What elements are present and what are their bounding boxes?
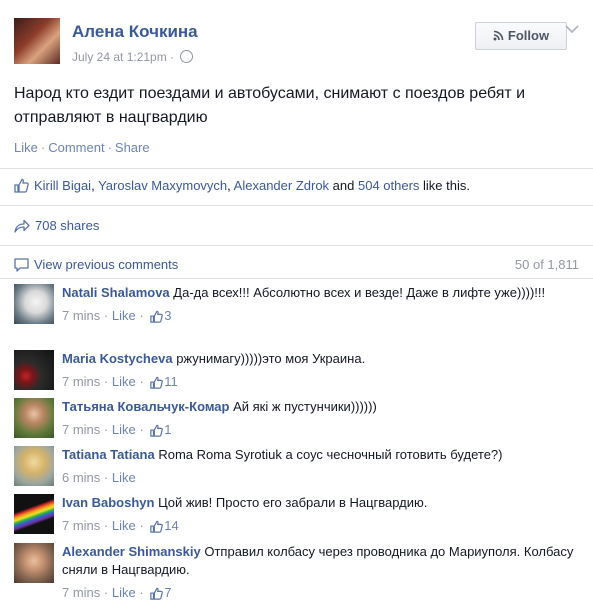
comment-time[interactable]: 7 mins [62,585,100,600]
comment-time[interactable]: 6 mins [62,470,100,485]
share-arrow-icon [14,219,30,233]
facebook-post: Алена Кочкина July 24 at 1:21pm · Follow… [0,0,593,600]
post-actions: Like · Comment · Share [14,140,150,155]
comment-bubble-icon [14,258,29,272]
comment-text-line: Tatiana Tatiana Roma Roma Syrotiuk а соу… [62,446,582,464]
likes-summary: Kirill Bigai, Yaroslav Maxymovych, Alexa… [14,178,470,193]
thumbs-up-icon [14,178,29,193]
commenter-avatar[interactable] [14,350,54,390]
globe-icon [180,50,194,63]
comment-time[interactable]: 7 mins [62,374,100,389]
comment-meta: 7 mins · Like · 1 [62,422,172,437]
commenter-name[interactable]: Ivan Baboshyn [62,495,154,510]
shares-count: 708 shares [35,218,100,233]
commenter-name[interactable]: Tatiana Tatiana [62,447,155,462]
comment-meta: 7 mins · Like · 7 [62,585,172,600]
comment-text: Roma Roma Syrotiuk а соус чесночный гото… [158,447,503,462]
comment-text-line: Татьяна Ковальчук-Комар Ай які ж пустунч… [62,398,582,416]
meta-separator: · [170,50,175,64]
comment-like-link[interactable]: Like [112,470,136,485]
comment-like-link[interactable]: Like [112,518,136,533]
comment-link[interactable]: Comment [48,140,104,155]
divider [0,205,593,206]
commenter-avatar[interactable] [14,446,54,486]
divider [0,168,593,169]
share-link[interactable]: Share [115,140,150,155]
comment-meta: 6 mins · Like [62,470,136,485]
comment-like-link[interactable]: Like [112,308,136,323]
comment-like-count[interactable]: 11 [164,374,178,389]
comment-like-link[interactable]: Like [112,374,136,389]
thumbs-up-icon [150,587,164,600]
commenter-name[interactable]: Alexander Shimanskiy [62,544,201,559]
shares-link[interactable]: 708 shares [14,218,99,233]
comment-text-line: Ivan Baboshyn Цой жив! Просто его забрал… [62,494,582,512]
comment-like-count[interactable]: 7 [164,585,171,600]
thumbs-up-icon [150,310,164,323]
author-name[interactable]: Алена Кочкина [72,22,198,42]
comment-text-line: Maria Kostycheva ржунимагу)))))это моя У… [62,350,582,368]
comment-time[interactable]: 7 mins [62,308,100,323]
comment-like-link[interactable]: Like [112,422,136,437]
comment-text-line: Natali Shalamova Да-да всех!!! Абсолютно… [62,284,582,302]
likes-and-text: and [329,178,358,193]
divider [0,245,593,246]
action-separator: · [107,140,112,155]
comment-time[interactable]: 7 mins [62,518,100,533]
post-header: Алена Кочкина July 24 at 1:21pm · Follow [14,18,593,70]
liker-name[interactable]: Alexander Zdrok [234,178,329,193]
comment-like-count[interactable]: 1 [164,422,171,437]
comment-text: Да-да всех!!! Абсолютно всех и везде! Да… [173,285,546,300]
commenter-avatar[interactable] [14,494,54,534]
post-time[interactable]: July 24 at 1:21pm [72,50,167,64]
liker-name[interactable]: Kirill Bigai [34,178,91,193]
comment-like-link[interactable]: Like [112,585,136,600]
post-meta: July 24 at 1:21pm · [72,50,194,64]
thumbs-up-icon [150,520,164,533]
action-separator: · [40,140,46,155]
thumbs-up-icon [150,424,164,437]
chevron-down-icon[interactable] [565,24,579,34]
comment-text-line: Alexander Shimanskiy Отправил колбасу че… [62,543,582,579]
comment-meta: 7 mins · Like · 3 [62,308,172,323]
commenter-avatar[interactable] [14,398,54,438]
comment-meta: 7 mins · Like · 11 [62,374,178,389]
commenter-avatar[interactable] [14,284,54,324]
follow-label: Follow [507,28,550,43]
commenter-name[interactable]: Maria Kostycheva [62,351,173,366]
view-previous-comments-link[interactable]: View previous comments [34,257,178,272]
comment-time[interactable]: 7 mins [62,422,100,437]
comment-like-count[interactable]: 3 [164,308,171,323]
rss-icon [493,30,504,41]
comment-like-count[interactable]: 14 [164,518,178,533]
post-message: Народ кто ездит поездами и автобусами, с… [14,85,526,126]
others-link[interactable]: 504 others [358,178,419,193]
likes-tail-text: like this. [419,178,470,193]
comment-meta: 7 mins · Like · 14 [62,518,179,533]
thumbs-up-icon [150,376,164,389]
commenter-avatar[interactable] [14,543,54,583]
commenter-name[interactable]: Natali Shalamova [62,285,170,300]
divider [0,278,593,279]
commenter-name[interactable]: Татьяна Ковальчук-Комар [62,399,229,414]
view-previous-comments-row: View previous comments 50 of 1,811 [14,257,579,272]
liker-name[interactable]: Yaroslav Maxymovych [98,178,227,193]
comment-text: Ай які ж пустунчики)))))) [233,399,377,414]
follow-button[interactable]: Follow [475,22,567,50]
comment-count: 50 of 1,811 [514,257,579,272]
comment-text: Цой жив! Просто его забрали в Нацгвардию… [158,495,428,510]
like-link[interactable]: Like [14,140,38,155]
comment-text: ржунимагу)))))это моя Украина. [176,351,366,366]
author-avatar[interactable] [14,18,60,64]
